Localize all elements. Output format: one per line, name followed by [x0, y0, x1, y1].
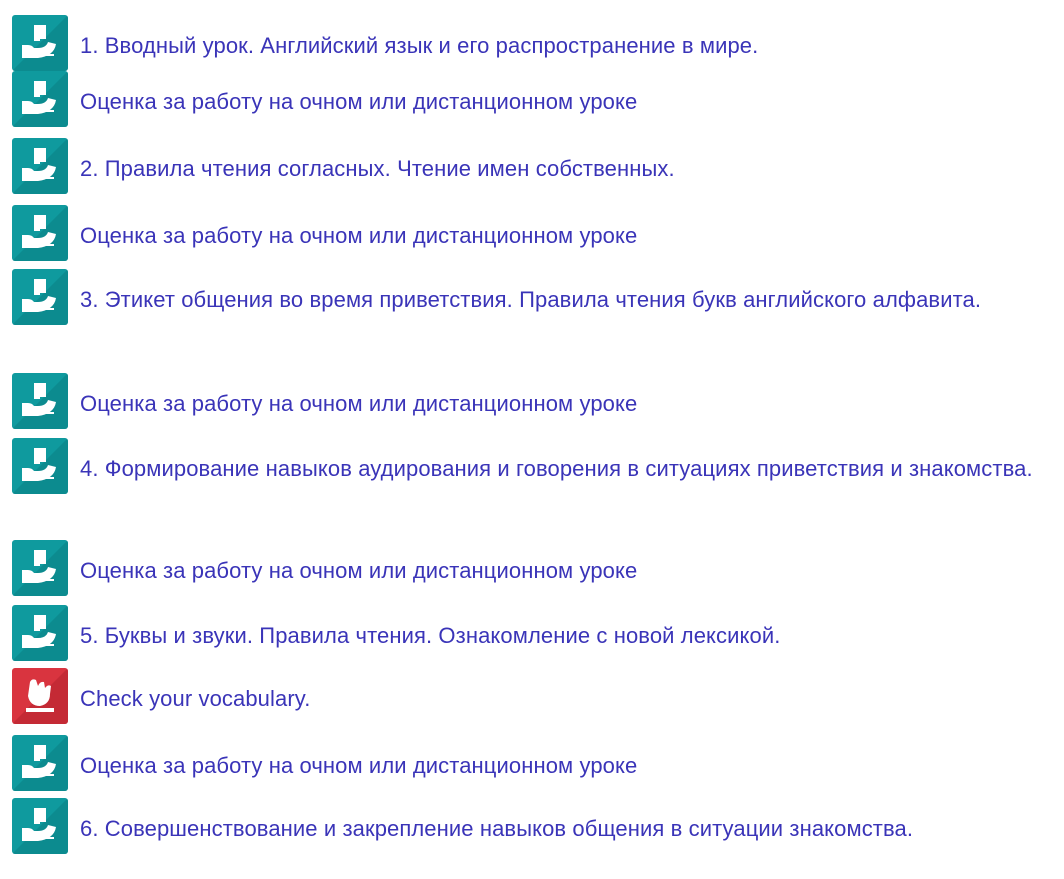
- assignment-icon: [12, 15, 68, 71]
- activity-link[interactable]: 5. Буквы и звуки. Правила чтения. Ознако…: [80, 623, 780, 648]
- activity-item-1[interactable]: 1. Вводный урок. Английский язык и его р…: [12, 15, 1060, 74]
- activity-item-11[interactable]: Оценка за работу на очном или дистанцион…: [12, 735, 1060, 794]
- activity-item-12[interactable]: 6. Совершенствование и закрепление навык…: [12, 798, 1060, 857]
- activity-link[interactable]: Оценка за работу на очном или дистанцион…: [80, 223, 637, 248]
- activity-item-2[interactable]: Оценка за работу на очном или дистанцион…: [12, 71, 1060, 130]
- assignment-icon: [12, 205, 68, 261]
- assignment-icon: [12, 269, 68, 325]
- activity-link[interactable]: Check your vocabulary.: [80, 686, 310, 711]
- activity-item-7[interactable]: 4. Формирование навыков аудирования и го…: [12, 438, 1060, 497]
- quiz-icon: [12, 668, 68, 724]
- activity-link[interactable]: 4. Формирование навыков аудирования и го…: [80, 456, 1033, 481]
- assignment-icon: [12, 138, 68, 194]
- assignment-icon: [12, 71, 68, 127]
- activity-link[interactable]: 2. Правила чтения согласных. Чтение имен…: [80, 156, 675, 181]
- assignment-icon: [12, 798, 68, 854]
- activity-item-3[interactable]: 2. Правила чтения согласных. Чтение имен…: [12, 138, 1060, 197]
- assignment-icon: [12, 540, 68, 596]
- activity-link[interactable]: Оценка за работу на очном или дистанцион…: [80, 89, 637, 114]
- assignment-icon: [12, 735, 68, 791]
- assignment-icon: [12, 373, 68, 429]
- activity-item-8[interactable]: Оценка за работу на очном или дистанцион…: [12, 540, 1060, 599]
- activity-link[interactable]: Оценка за работу на очном или дистанцион…: [80, 391, 637, 416]
- activity-item-4[interactable]: Оценка за работу на очном или дистанцион…: [12, 205, 1060, 264]
- activity-item-5[interactable]: 3. Этикет общения во время приветствия. …: [12, 269, 1060, 328]
- activity-link[interactable]: 6. Совершенствование и закрепление навык…: [80, 816, 913, 841]
- activity-link[interactable]: Оценка за работу на очном или дистанцион…: [80, 558, 637, 583]
- assignment-icon: [12, 438, 68, 494]
- activity-item-6[interactable]: Оценка за работу на очном или дистанцион…: [12, 373, 1060, 432]
- activity-item-9[interactable]: 5. Буквы и звуки. Правила чтения. Ознако…: [12, 605, 1060, 664]
- activity-list: 1. Вводный урок. Английский язык и его р…: [0, 0, 1064, 879]
- activity-link[interactable]: 3. Этикет общения во время приветствия. …: [80, 287, 981, 312]
- activity-link[interactable]: 1. Вводный урок. Английский язык и его р…: [80, 33, 758, 58]
- activity-item-10[interactable]: Check your vocabulary.: [12, 668, 1060, 727]
- activity-link[interactable]: Оценка за работу на очном или дистанцион…: [80, 753, 637, 778]
- assignment-icon: [12, 605, 68, 661]
